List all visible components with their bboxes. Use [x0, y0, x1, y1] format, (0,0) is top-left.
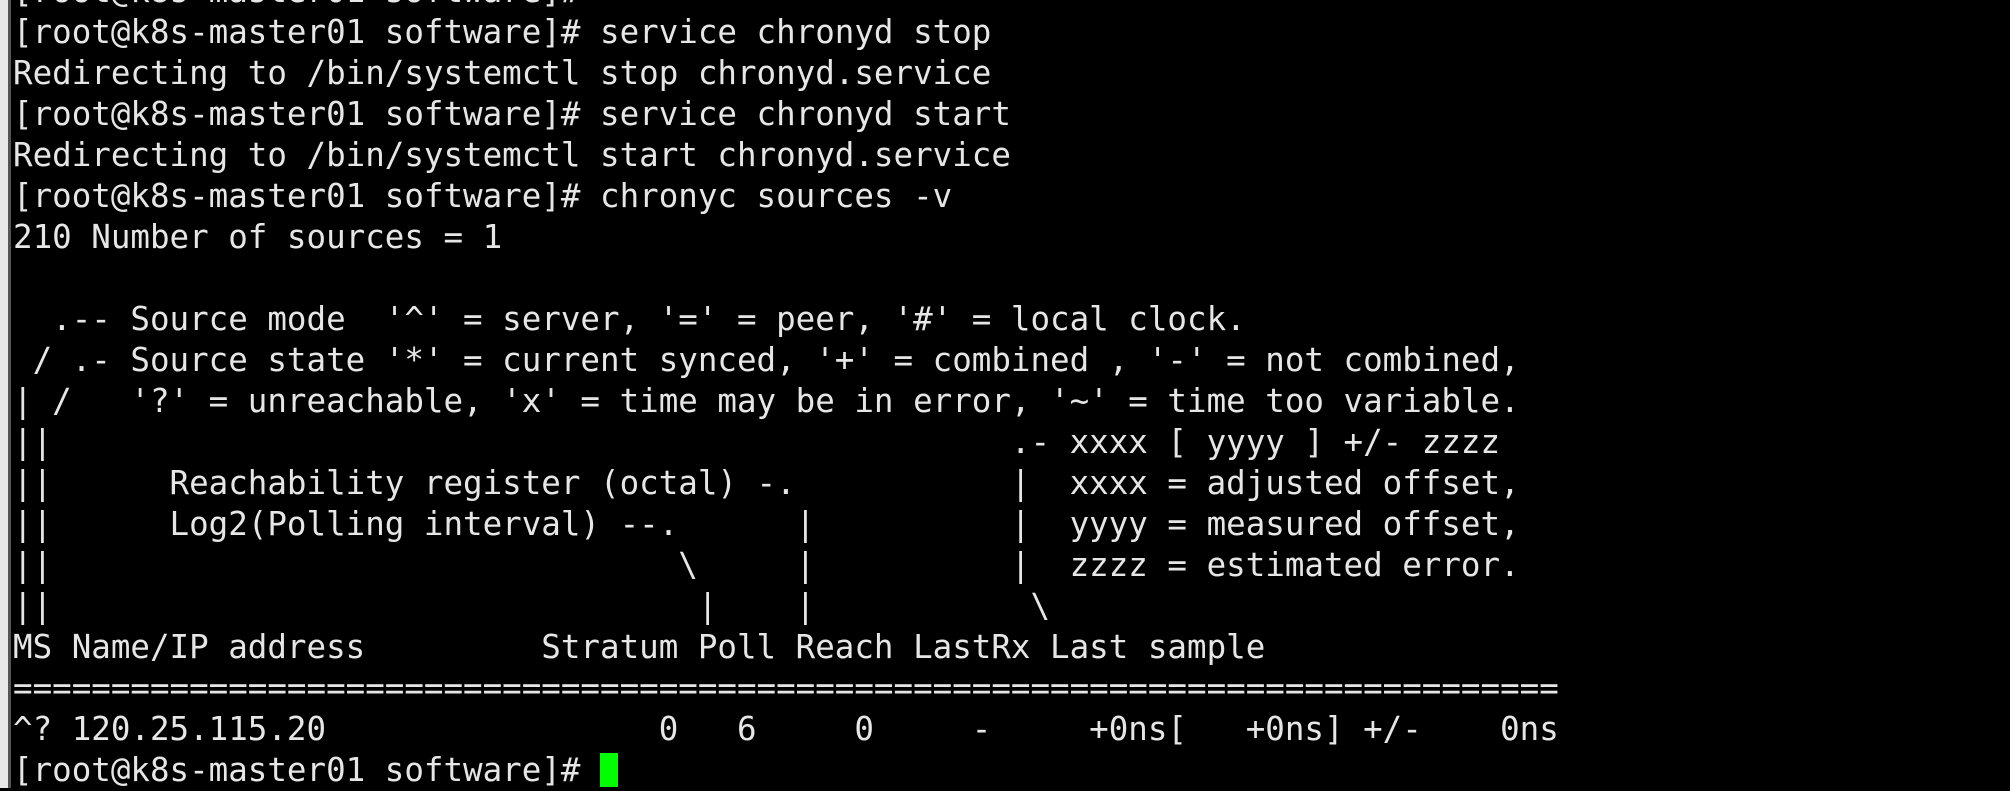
legend-polling: || Log2(Polling interval) --. | | yyyy =…	[13, 505, 1520, 543]
window-left-border	[0, 0, 11, 788]
sources-table-separator: ========================================…	[13, 669, 1559, 707]
terminal-current-prompt[interactable]: [root@k8s-master01 software]#	[13, 750, 2010, 791]
terminal-output[interactable]: [root@k8s-master01 software]# [root@k8s-…	[13, 0, 2010, 791]
text-cursor	[600, 753, 618, 787]
terminal-line-command: [root@k8s-master01 software]# chronyc so…	[13, 177, 953, 215]
terminal-line-command: [root@k8s-master01 software]# service ch…	[13, 13, 992, 51]
legend-sample-format: || .- xxxx [ yyyy ] +/- zzzz	[13, 423, 1501, 461]
prompt-text: [root@k8s-master01 software]#	[13, 751, 600, 789]
legend-unreachable: | / '?' = unreachable, 'x' = time may be…	[13, 382, 1520, 420]
terminal-line-output: 210 Number of sources = 1	[13, 218, 503, 256]
legend-source-mode: .-- Source mode '^' = server, '=' = peer…	[13, 300, 1246, 338]
legend-estimated-error: || \ | | zzzz = estimated error.	[13, 546, 1520, 584]
terminal-line-command: [root@k8s-master01 software]# service ch…	[13, 95, 1011, 133]
sources-table-header: MS Name/IP address Stratum Poll Reach La…	[13, 628, 1266, 666]
terminal-line-output: Redirecting to /bin/systemctl start chro…	[13, 136, 1011, 174]
terminal-line-output: Redirecting to /bin/systemctl stop chron…	[13, 54, 992, 92]
sources-table-row: ^? 120.25.115.20 0 6 0 - +0ns[ +0ns] +/-…	[13, 710, 1559, 748]
terminal-line-prompt-cut: [root@k8s-master01 software]#	[13, 0, 2010, 12]
legend-source-state: / .- Source state '*' = current synced, …	[13, 341, 1520, 379]
legend-connectors: || | | \	[13, 587, 1051, 625]
legend-reachability: || Reachability register (octal) -. | xx…	[13, 464, 1520, 502]
